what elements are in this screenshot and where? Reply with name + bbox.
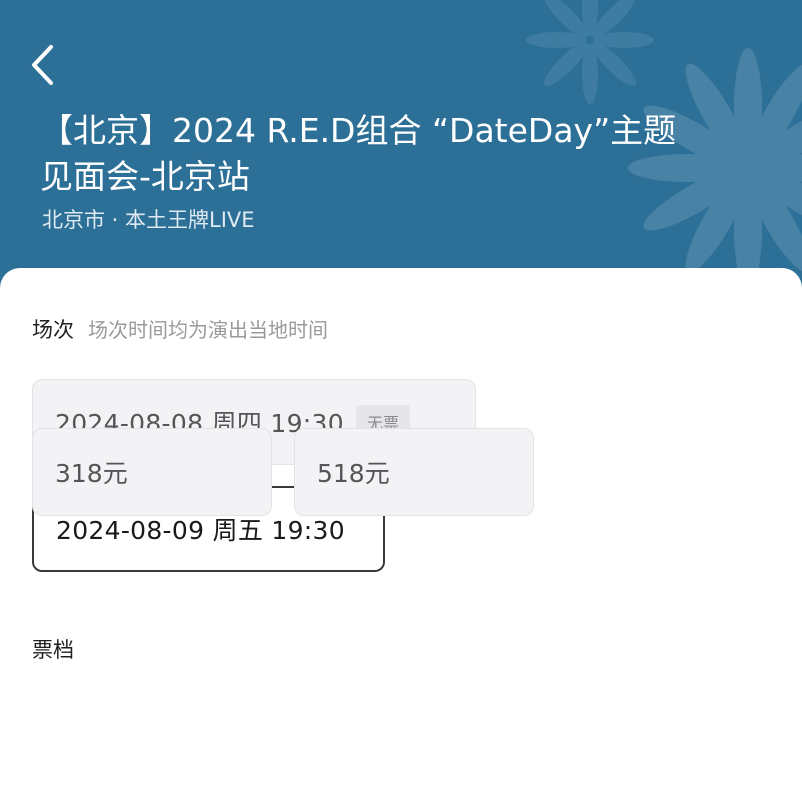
- sessions-header: 场次 场次时间均为演出当地时间: [32, 314, 328, 344]
- tickets-header: 票档: [32, 634, 74, 664]
- event-title-line1: 【北京】2024 R.E.D组合 “DateDay”主题: [40, 111, 677, 150]
- price-label: 518元: [317, 459, 390, 488]
- event-header: 【北京】2024 R.E.D组合 “DateDay”主题 见面会-北京站 北京市…: [0, 0, 802, 300]
- event-location: 北京市 · 本土王牌LIVE: [42, 208, 255, 232]
- price-option-518[interactable]: 518元: [294, 428, 534, 516]
- price-option-318[interactable]: 318元: [32, 428, 272, 516]
- event-title-line2: 见面会-北京站: [40, 157, 250, 196]
- tickets-label: 票档: [32, 638, 74, 662]
- sessions-hint: 场次时间均为演出当地时间: [88, 318, 328, 342]
- chevron-left-icon: [32, 45, 53, 85]
- sessions-label: 场次: [32, 318, 74, 342]
- event-title: 【北京】2024 R.E.D组合 “DateDay”主题 见面会-北京站: [40, 108, 740, 200]
- session-datetime: 2024-08-09 周五 19:30: [56, 516, 345, 545]
- price-label: 318元: [55, 459, 128, 488]
- back-button[interactable]: [20, 40, 64, 90]
